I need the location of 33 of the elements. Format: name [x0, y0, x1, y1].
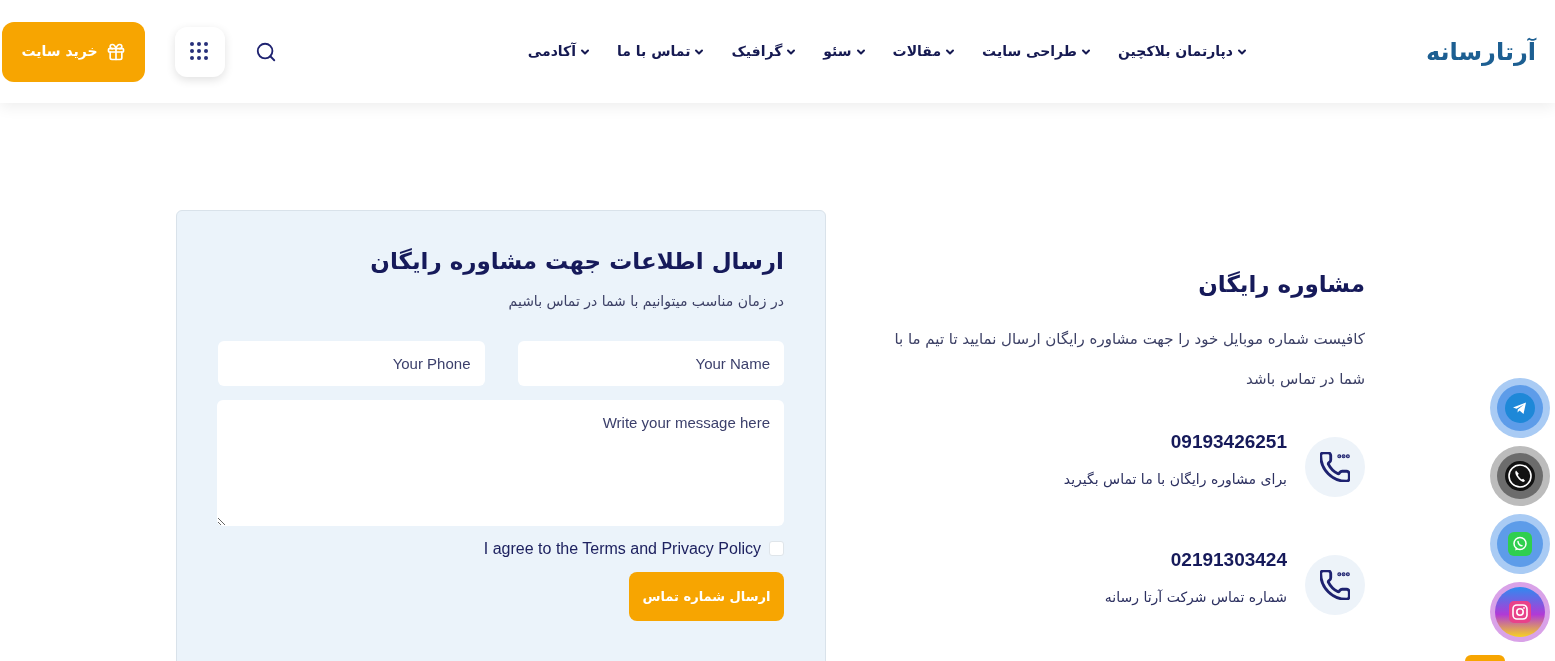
- apps-button[interactable]: [175, 26, 225, 77]
- nav-link[interactable]: دپارتمان بلاکچین: [1118, 41, 1248, 62]
- phone-caption: شماره تماس شرکت آرتا رسانه: [1104, 588, 1287, 608]
- chat-bubble-icon: [1508, 532, 1532, 556]
- camera-icon: [1509, 601, 1531, 623]
- phone-icon: [1505, 461, 1535, 491]
- nav-link[interactable]: آکادمی: [527, 41, 592, 62]
- nav-link[interactable]: گرافیک: [731, 41, 798, 62]
- camera-button[interactable]: [1490, 582, 1550, 642]
- chat-button[interactable]: [1490, 514, 1550, 574]
- messenger-button[interactable]: [1490, 378, 1550, 438]
- form-title: ارسال اطلاعات جهت مشاوره رایگان: [369, 247, 784, 277]
- gift-icon: [105, 41, 126, 62]
- paper-plane-icon: [1505, 393, 1535, 423]
- phone-number[interactable]: 02191303424: [1104, 548, 1287, 572]
- nav-link[interactable]: مقالات: [892, 41, 957, 62]
- nav-link[interactable]: تماس با ما: [617, 41, 706, 62]
- text-input[interactable]: Your Phone: [218, 341, 485, 386]
- phone-caption: برای مشاوره رایگان با ما تماس بگیرید: [1063, 470, 1287, 490]
- section-description: کافیست شماره موبایل خود را جهت مشاوره رایگان ارسال نمایید تا تیم ما با شما در تماس باشد: [893, 329, 1365, 390]
- call-button[interactable]: [1490, 446, 1550, 506]
- checkbox[interactable]: [769, 541, 784, 556]
- logo[interactable]: آرتارسانه: [1423, 33, 1538, 70]
- nav-link[interactable]: سئو: [823, 41, 867, 62]
- section-title: مشاوره رایگان: [1197, 270, 1365, 300]
- text-input[interactable]: Your Name: [517, 341, 784, 386]
- search-icon[interactable]: [255, 40, 277, 63]
- grid-icon: [190, 41, 210, 62]
- form-subtitle: در زمان مناسب میتوانیم با شما در تماس باشیم: [507, 292, 784, 312]
- consent-label[interactable]: I agree to the Terms and Privacy Policy: [483, 539, 761, 558]
- phone-number[interactable]: 09193426251: [1063, 430, 1287, 454]
- message-textarea[interactable]: Write your message here: [217, 400, 784, 526]
- nav-link[interactable]: طراحی سایت: [982, 41, 1092, 62]
